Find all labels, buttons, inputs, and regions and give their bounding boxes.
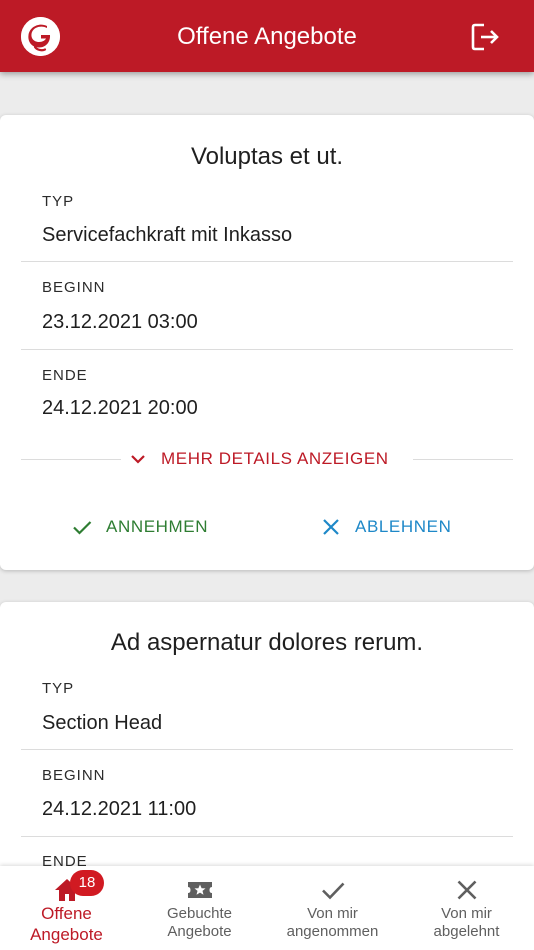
field-value-typ: Section Head	[42, 712, 163, 734]
close-icon	[323, 519, 339, 535]
nav-offene-angebote[interactable]: 18 Offene Angebote	[0, 866, 133, 950]
nav-label-line2: Angebote	[30, 925, 103, 944]
show-details-label: MEHR DETAILS ANZEIGEN	[161, 449, 389, 468]
nav-label-line2: angenommen	[286, 923, 379, 940]
details-row: MEHR DETAILS ANZEIGEN	[21, 447, 513, 471]
notification-badge: 18	[70, 870, 104, 896]
nav-gebuchte-angebote[interactable]: Gebuchte Angebote	[133, 866, 266, 950]
nav-label-line1: Von mir	[307, 905, 358, 922]
check-icon	[73, 521, 92, 535]
nav-label-line2: Angebote	[167, 923, 232, 940]
divider	[21, 749, 513, 750]
app-bar: Offene Angebote	[0, 0, 534, 72]
logout-button[interactable]	[470, 22, 502, 52]
divider	[21, 459, 121, 460]
check-icon	[319, 876, 347, 904]
show-details-button[interactable]: MEHR DETAILS ANZEIGEN	[129, 447, 389, 471]
nav-label: Offene Angebote	[0, 903, 133, 945]
logout-icon	[471, 23, 499, 51]
close-icon	[453, 876, 481, 904]
field-value-typ: Servicefachkraft mit Inkasso	[42, 224, 293, 246]
reject-button[interactable]: ABLEHNEN	[321, 515, 451, 539]
offer-title: Voluptas et ut.	[190, 143, 344, 170]
nav-label: Von mir angenommen	[266, 905, 399, 941]
divider	[413, 459, 513, 460]
bottom-navigation: 18 Offene Angebote Gebuchte Angebote Von…	[0, 866, 534, 950]
field-label-typ: TYP	[42, 193, 75, 210]
field-label-beginn: BEGINN	[42, 767, 106, 784]
ticket-star-icon	[186, 876, 214, 904]
field-label-beginn: BEGINN	[42, 279, 106, 296]
field-label-typ: TYP	[42, 680, 75, 697]
divider	[21, 836, 513, 837]
nav-label: Von mir abgelehnt	[400, 905, 533, 941]
field-value-beginn: 23.12.2021 03:00	[42, 311, 198, 333]
divider	[21, 349, 513, 350]
reject-label: ABLEHNEN	[355, 517, 452, 536]
accept-label: ANNEHMEN	[106, 517, 209, 536]
accept-button[interactable]: ANNEHMEN	[72, 515, 208, 539]
field-label-ende: ENDE	[42, 367, 88, 384]
page-title: Offene Angebote	[177, 23, 357, 50]
field-value-beginn: 24.12.2021 11:00	[42, 798, 197, 820]
offer-title: Ad aspernatur dolores rerum.	[110, 629, 424, 656]
nav-label-line1: Gebuchte	[166, 905, 233, 922]
chevron-down-icon	[131, 455, 145, 464]
divider	[21, 261, 513, 262]
nav-label-line1: Von mir	[441, 905, 492, 922]
nav-von-mir-abgelehnt[interactable]: Von mir abgelehnt	[400, 866, 533, 950]
nav-label: Gebuchte Angebote	[133, 905, 266, 941]
nav-label-line2: abgelehnt	[433, 923, 500, 940]
offer-card: Voluptas et ut. TYP Servicefachkraft mit…	[0, 115, 534, 570]
nav-label-line1: Offene	[41, 904, 92, 923]
field-value-ende: 24.12.2021 20:00	[42, 397, 198, 419]
nav-von-mir-angenommen[interactable]: Von mir angenommen	[266, 866, 399, 950]
